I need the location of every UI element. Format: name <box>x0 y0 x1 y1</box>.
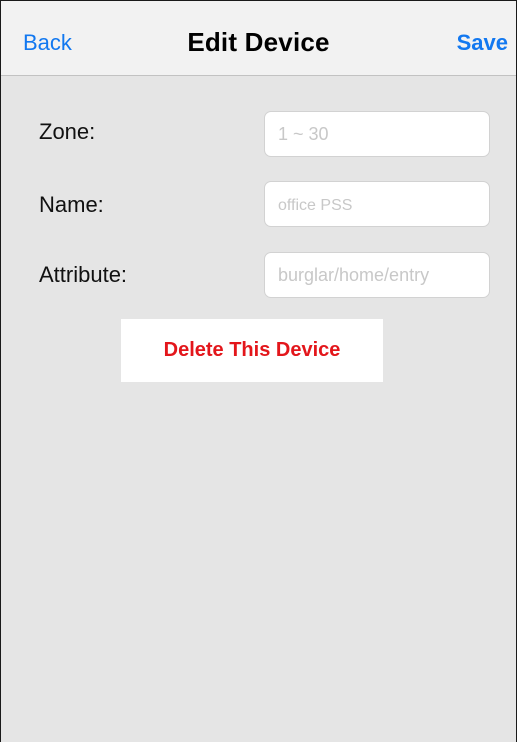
attribute-input[interactable] <box>264 252 490 298</box>
name-label: Name: <box>39 192 104 217</box>
delete-device-button[interactable]: Delete This Device <box>121 319 383 382</box>
navigation-bar: Back Edit Device Save <box>1 0 516 76</box>
save-button[interactable]: Save <box>457 30 508 56</box>
zone-input[interactable] <box>264 111 490 157</box>
edit-device-screen: Back Edit Device Save Zone: Name: Attrib… <box>0 0 517 742</box>
zone-label: Zone: <box>39 119 96 144</box>
name-input[interactable] <box>264 181 490 227</box>
page-title: Edit Device <box>187 27 330 57</box>
attribute-label: Attribute: <box>39 262 128 287</box>
